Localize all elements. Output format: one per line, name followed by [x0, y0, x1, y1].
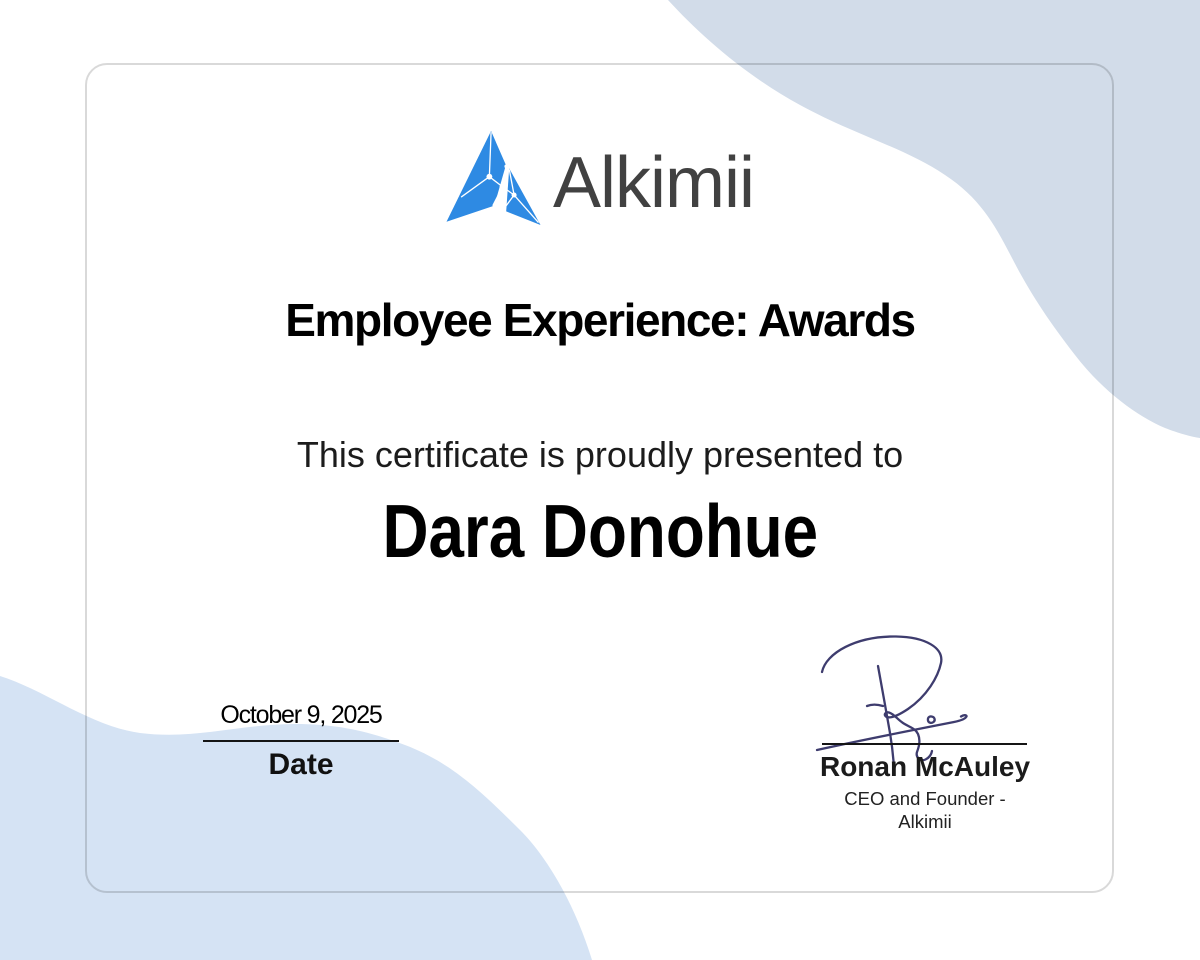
signature-line	[822, 743, 1027, 745]
alkimii-logo: Alkimii	[0, 129, 1200, 225]
date-line	[203, 740, 399, 742]
signatory-name: Ronan McAuley	[770, 751, 1080, 783]
certificate-title: Employee Experience: Awards	[0, 293, 1200, 347]
signatory-role: CEO and Founder - Alkimii	[790, 788, 1060, 833]
recipient-name: Dara Donohue	[0, 488, 1200, 574]
date-value: October 9, 2025	[163, 701, 439, 730]
logo-brand-text: Alkimii	[553, 147, 754, 219]
alkimii-logo-icon	[446, 131, 541, 225]
presentation-line: This certificate is proudly presented to	[0, 434, 1200, 476]
date-label: Date	[203, 748, 399, 782]
signature-block: Ronan McAuley CEO and Founder - Alkimii	[790, 612, 1060, 847]
certificate-content: Alkimii Employee Experience: Awards This…	[0, 0, 1200, 960]
date-block: October 9, 2025 Date	[203, 695, 399, 795]
